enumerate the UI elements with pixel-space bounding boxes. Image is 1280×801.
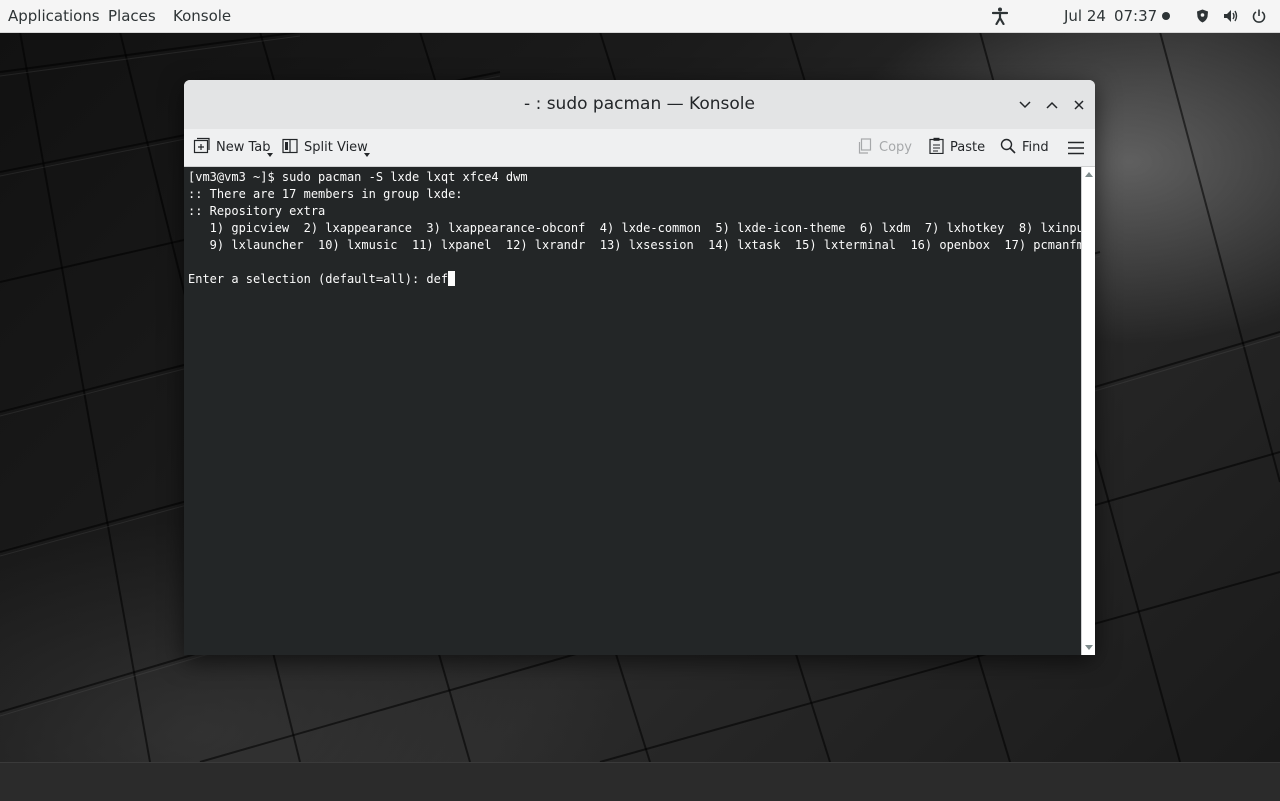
- text-cursor: [448, 271, 456, 286]
- maximize-button[interactable]: [1042, 95, 1062, 115]
- split-view-label: Split View: [304, 140, 368, 155]
- scroll-up-icon[interactable]: [1085, 172, 1093, 177]
- power-icon[interactable]: [1252, 0, 1266, 32]
- paste-button[interactable]: Paste: [929, 129, 985, 166]
- applications-menu[interactable]: Applications: [8, 7, 100, 25]
- close-button[interactable]: [1069, 95, 1089, 115]
- terminal-prompt-line: Enter a selection (default=all): def: [188, 271, 456, 288]
- paste-icon: [929, 137, 944, 158]
- window-title: - : sudo pacman — Konsole: [524, 94, 755, 114]
- terminal-scrollbar[interactable]: [1081, 167, 1095, 655]
- shield-icon[interactable]: [1196, 0, 1209, 32]
- toolbar: New Tab Split View Copy Paste Find: [184, 129, 1095, 167]
- clock-date: Jul 24: [1064, 7, 1106, 25]
- split-view-dropdown-icon[interactable]: [364, 153, 370, 157]
- minimize-button[interactable]: [1015, 95, 1035, 115]
- volume-icon[interactable]: [1224, 0, 1238, 32]
- accessibility-icon[interactable]: [992, 0, 1008, 32]
- terminal-line: 1) gpicview 2) lxappearance 3) lxappeara…: [188, 221, 1092, 235]
- window-titlebar[interactable]: - : sudo pacman — Konsole: [184, 80, 1095, 129]
- places-menu[interactable]: Places: [108, 7, 156, 25]
- search-icon: [1000, 138, 1016, 158]
- konsole-app-menu[interactable]: Konsole: [173, 7, 231, 25]
- terminal-line: :: Repository extra: [188, 204, 326, 218]
- terminal-line: :: There are 17 members in group lxde:: [188, 187, 463, 201]
- split-view-icon: [282, 138, 298, 158]
- split-view-button[interactable]: Split View: [282, 129, 368, 166]
- copy-label: Copy: [879, 140, 912, 155]
- terminal-line: 9) lxlauncher 10) lxmusic 11) lxpanel 12…: [188, 238, 1084, 252]
- konsole-window: - : sudo pacman — Konsole New Tab Split …: [184, 80, 1095, 655]
- new-tab-button[interactable]: New Tab: [193, 129, 271, 166]
- top-panel: Applications Places Konsole Jul 24 07:37: [0, 0, 1280, 33]
- clock[interactable]: Jul 24 07:37: [1064, 0, 1157, 32]
- copy-icon: [857, 137, 873, 158]
- find-button[interactable]: Find: [1000, 129, 1049, 166]
- hamburger-menu-icon[interactable]: [1068, 129, 1084, 166]
- terminal-area[interactable]: [vm3@vm3 ~]$ sudo pacman -S lxde lxqt xf…: [184, 167, 1091, 655]
- scroll-down-icon[interactable]: [1085, 645, 1093, 650]
- new-tab-icon: [193, 137, 210, 158]
- copy-button[interactable]: Copy: [857, 129, 912, 166]
- terminal-line: [vm3@vm3 ~]$ sudo pacman -S lxde lxqt xf…: [188, 170, 528, 184]
- new-tab-label: New Tab: [216, 140, 271, 155]
- find-label: Find: [1022, 140, 1049, 155]
- clock-time: 07:37: [1113, 7, 1158, 25]
- terminal-prompt-text: Enter a selection (default=all): def: [188, 272, 449, 286]
- new-tab-dropdown-icon[interactable]: [267, 153, 273, 157]
- paste-label: Paste: [950, 140, 986, 155]
- notification-dot-icon[interactable]: [1162, 0, 1170, 32]
- bottom-panel: [0, 762, 1280, 801]
